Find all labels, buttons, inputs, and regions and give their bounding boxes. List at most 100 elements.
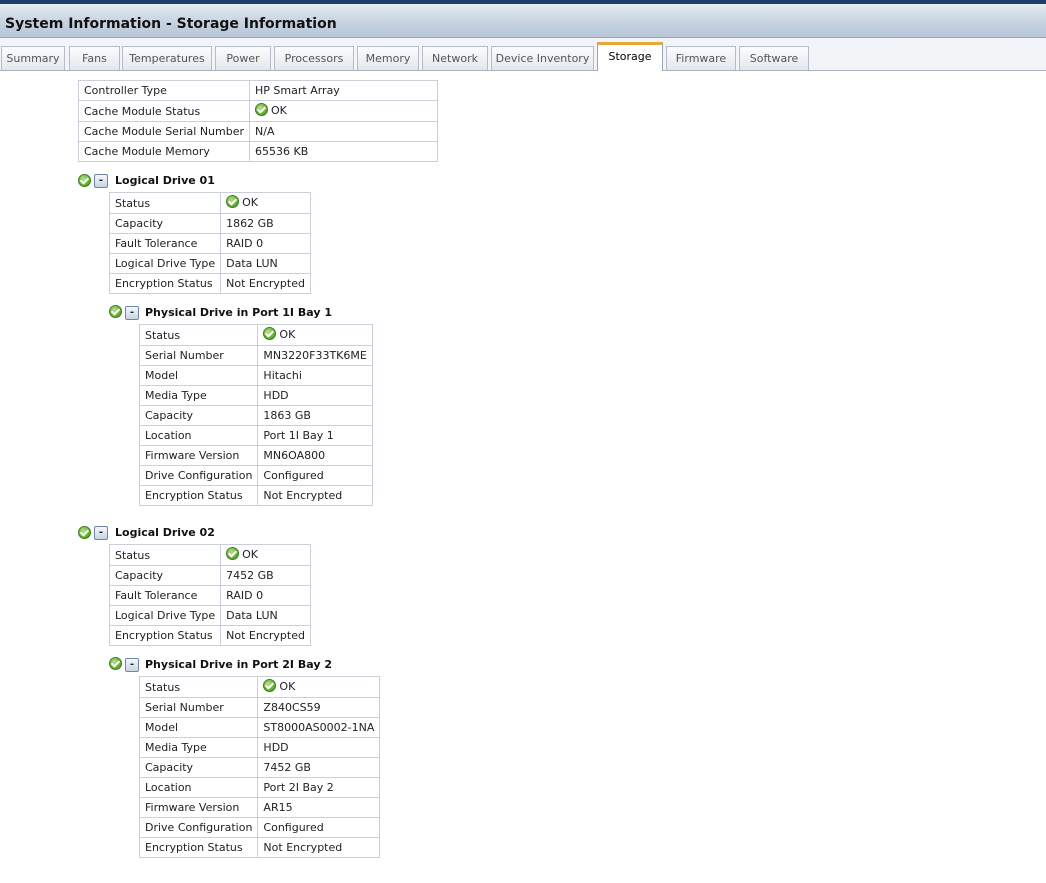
table-row: Status OK xyxy=(108,544,311,566)
check-circle-icon xyxy=(255,103,269,116)
table-row: Model Hitachi xyxy=(138,365,373,386)
status-ok: OK xyxy=(263,677,295,697)
status-text: OK xyxy=(271,104,287,117)
row-label: Encryption Status xyxy=(138,837,259,858)
check-circle-icon xyxy=(109,305,122,318)
row-label: Cache Module Memory xyxy=(77,141,251,162)
collapse-toggle-icon[interactable]: - xyxy=(94,174,108,188)
table-row: Location Port 2I Bay 2 xyxy=(138,777,381,798)
row-value: OK xyxy=(249,100,438,122)
row-value: AR15 xyxy=(257,797,381,818)
tab-storage[interactable]: Storage xyxy=(597,42,663,71)
physical-drive-2-table: Status OK Serial Number Z840CS59 Model S… xyxy=(138,676,381,858)
tab-software[interactable]: Software xyxy=(739,46,809,70)
table-row: Capacity 1862 GB xyxy=(108,213,311,234)
row-label: Serial Number xyxy=(138,697,259,718)
row-label: Capacity xyxy=(108,565,222,586)
tab-firmware[interactable]: Firmware xyxy=(666,46,736,70)
check-circle-icon xyxy=(78,174,91,187)
row-value: ST8000AS0002-1NA xyxy=(257,717,381,738)
tab-fans[interactable]: Fans xyxy=(69,46,120,70)
table-row: Fault Tolerance RAID 0 xyxy=(108,233,311,254)
check-circle-icon xyxy=(226,547,240,560)
row-value: 1863 GB xyxy=(257,405,373,426)
table-row: Serial Number MN3220F33TK6ME xyxy=(138,345,373,366)
physical-drive-title: Physical Drive in Port 1I Bay 1 xyxy=(145,306,332,319)
table-row: Logical Drive Type Data LUN xyxy=(108,253,311,274)
row-value: OK xyxy=(257,676,381,698)
row-label: Status xyxy=(138,324,259,346)
table-row: Drive Configuration Configured xyxy=(138,465,373,486)
table-row: Fault Tolerance RAID 0 xyxy=(108,585,311,606)
row-value: 7452 GB xyxy=(220,565,311,586)
row-label: Status xyxy=(138,676,259,698)
row-label: Cache Module Status xyxy=(77,100,251,122)
table-row: Cache Module Status OK xyxy=(77,100,438,122)
tab-network[interactable]: Network xyxy=(422,46,488,70)
table-row: Media Type HDD xyxy=(138,385,373,406)
row-value: 65536 KB xyxy=(249,141,438,162)
row-value: Hitachi xyxy=(257,365,373,386)
table-row: Encryption Status Not Encrypted xyxy=(138,837,381,858)
table-row: Controller Type HP Smart Array xyxy=(77,80,438,101)
row-value: HP Smart Array xyxy=(249,80,438,101)
tab-bar: Summary Fans Temperatures Power Processo… xyxy=(0,38,1046,71)
row-label: Controller Type xyxy=(77,80,251,101)
row-label: Location xyxy=(138,425,259,446)
row-value: RAID 0 xyxy=(220,233,311,254)
row-label: Capacity xyxy=(138,757,259,778)
row-value: Z840CS59 xyxy=(257,697,381,718)
status-text: OK xyxy=(242,548,259,561)
row-label: Status xyxy=(108,544,222,566)
row-label: Location xyxy=(138,777,259,798)
table-row: Media Type HDD xyxy=(138,737,381,758)
status-ok: OK xyxy=(226,545,258,565)
row-label: Logical Drive Type xyxy=(108,253,222,274)
row-label: Model xyxy=(138,365,259,386)
collapse-toggle-icon[interactable]: - xyxy=(125,306,139,320)
table-row: Status OK xyxy=(108,192,311,214)
row-value: Not Encrypted xyxy=(257,485,373,506)
row-value: HDD xyxy=(257,385,373,406)
row-label: Status xyxy=(108,192,222,214)
row-label: Drive Configuration xyxy=(138,465,259,486)
row-label: Serial Number xyxy=(138,345,259,366)
check-circle-icon xyxy=(263,679,277,692)
tab-memory[interactable]: Memory xyxy=(357,46,419,70)
tab-processors[interactable]: Processors xyxy=(274,46,354,70)
status-ok: OK xyxy=(226,193,258,213)
check-circle-icon xyxy=(263,327,277,340)
row-value: Port 2I Bay 2 xyxy=(257,777,381,798)
row-value: OK xyxy=(257,324,373,346)
row-value: Configured xyxy=(257,817,381,838)
tab-power[interactable]: Power xyxy=(215,46,271,70)
tab-summary[interactable]: Summary xyxy=(1,46,65,70)
check-circle-icon xyxy=(109,657,122,670)
collapse-toggle-icon[interactable]: - xyxy=(125,658,139,672)
title-bar: System Information - Storage Information xyxy=(0,4,1046,38)
row-label: Capacity xyxy=(108,213,222,234)
row-label: Fault Tolerance xyxy=(108,585,222,606)
tab-temperatures[interactable]: Temperatures xyxy=(122,46,212,70)
page-title: System Information - Storage Information xyxy=(5,16,337,32)
controller-table: Controller Type HP Smart Array Cache Mod… xyxy=(77,80,438,162)
table-row: Firmware Version MN6OA800 xyxy=(138,445,373,466)
logical-drive-title: Logical Drive 01 xyxy=(115,174,215,187)
table-row: Location Port 1I Bay 1 xyxy=(138,425,373,446)
status-ok: OK xyxy=(255,101,287,121)
collapse-toggle-icon[interactable]: - xyxy=(94,526,108,540)
check-circle-icon xyxy=(226,195,240,208)
physical-drive-1-table: Status OK Serial Number MN3220F33TK6ME M… xyxy=(138,324,373,506)
table-row: Encryption Status Not Encrypted xyxy=(108,625,311,646)
tab-device-inventory[interactable]: Device Inventory xyxy=(491,46,594,70)
status-ok: OK xyxy=(263,325,295,345)
table-row: Logical Drive Type Data LUN xyxy=(108,605,311,626)
table-row: Serial Number Z840CS59 xyxy=(138,697,381,718)
row-label: Model xyxy=(138,717,259,738)
row-value: Not Encrypted xyxy=(220,273,311,294)
physical-drive-title: Physical Drive in Port 2I Bay 2 xyxy=(145,658,332,671)
table-row: Status OK xyxy=(138,676,381,698)
row-label: Drive Configuration xyxy=(138,817,259,838)
row-value: HDD xyxy=(257,737,381,758)
row-value: Configured xyxy=(257,465,373,486)
